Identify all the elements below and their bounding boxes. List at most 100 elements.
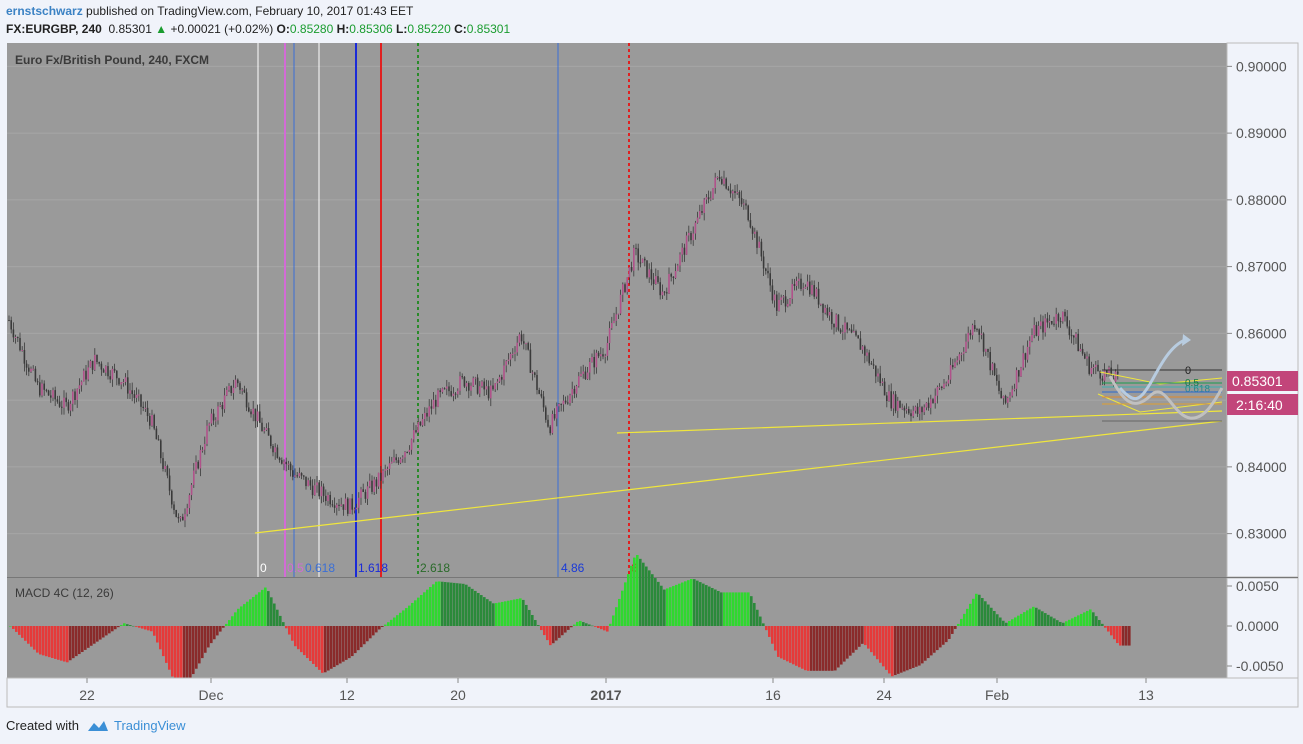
candle-body — [380, 472, 382, 481]
candle-body — [811, 285, 813, 295]
macd-bar — [570, 626, 573, 628]
macd-bar — [1089, 609, 1092, 626]
macd-bar — [627, 574, 630, 626]
candle-body — [1046, 318, 1049, 323]
macd-bar — [102, 626, 105, 638]
macd-bar — [399, 612, 402, 626]
macd-bar — [243, 604, 246, 626]
macd-bar — [630, 565, 633, 626]
candle-body — [501, 377, 503, 380]
macd-bar — [1023, 612, 1026, 626]
candle-body — [314, 485, 316, 496]
macd-bar — [1125, 626, 1128, 646]
macd-bar — [924, 626, 927, 661]
candle-body — [41, 383, 43, 396]
candle-body — [875, 365, 877, 377]
countdown-badge-text: 2:16:40 — [1236, 397, 1283, 413]
candle-body — [289, 463, 292, 471]
macd-bar — [306, 626, 309, 659]
candle-body — [835, 314, 837, 328]
macd-bar — [1047, 614, 1050, 626]
macd-bar — [135, 626, 138, 627]
candle-body — [494, 383, 496, 390]
candle-body — [393, 457, 395, 462]
macd-bar — [1050, 616, 1053, 626]
candle-body — [259, 411, 261, 423]
candle-body — [50, 395, 52, 398]
candle-body — [1068, 326, 1071, 336]
x-tick-label: Dec — [199, 687, 224, 703]
candle-body — [881, 381, 884, 384]
candle-body — [160, 440, 162, 459]
macd-bar — [351, 626, 354, 657]
macd-bar — [711, 588, 714, 626]
macd-bar — [978, 594, 981, 626]
macd-bar — [1002, 620, 1005, 626]
candle-body — [826, 307, 829, 316]
macd-bar — [291, 626, 294, 641]
candle-body — [857, 335, 859, 339]
candle-body — [239, 383, 241, 390]
candle-body — [78, 385, 81, 390]
candle-body — [773, 294, 776, 301]
macd-bar — [252, 596, 255, 626]
tradingview-link[interactable]: TradingView — [87, 718, 186, 733]
candle-body — [663, 291, 666, 293]
macd-bar — [852, 626, 855, 653]
candle-body — [461, 376, 463, 378]
macd-bar — [66, 626, 69, 663]
candle-body — [793, 284, 796, 286]
macd-bar — [531, 614, 534, 626]
macd-bar — [747, 592, 750, 626]
macd-bar — [1035, 607, 1038, 626]
chart-area[interactable]: 0.900000.890000.880000.870000.860000.850… — [0, 0, 1303, 744]
macd-title: MACD 4C (12, 26) — [15, 586, 114, 600]
candle-body — [980, 333, 983, 335]
candle-body — [190, 484, 193, 496]
macd-bar — [426, 589, 429, 626]
macd-bar — [240, 606, 243, 626]
candle-body — [105, 366, 107, 373]
candle-body — [705, 197, 708, 200]
macd-bar — [192, 626, 195, 675]
candle-body — [140, 394, 142, 407]
candle-body — [745, 203, 747, 206]
candle-body — [661, 291, 664, 296]
macd-bar — [624, 582, 627, 626]
macd-tick-label: -0.0050 — [1236, 658, 1284, 674]
macd-bar — [225, 623, 228, 626]
candle-body — [1015, 370, 1018, 389]
candle-body — [386, 468, 389, 470]
macd-bar — [738, 592, 741, 626]
macd-bar — [987, 604, 990, 626]
candle-body — [25, 363, 28, 368]
candle-body — [298, 473, 301, 477]
candle-body — [1057, 314, 1060, 322]
candle-body — [712, 188, 714, 199]
macd-bar — [429, 586, 432, 626]
macd-bar — [606, 626, 609, 632]
tradingview-logo-icon — [87, 720, 108, 731]
candle-body — [798, 278, 800, 281]
macd-bar — [528, 609, 531, 626]
macd-bar — [417, 597, 420, 626]
candle-body — [699, 211, 701, 218]
candle-body — [1103, 370, 1106, 381]
macd-bar — [537, 625, 540, 626]
candle-body — [938, 386, 941, 388]
candle-body — [254, 408, 257, 422]
candle-body — [551, 414, 554, 434]
macd-bar — [1083, 612, 1086, 626]
macd-bar — [414, 600, 417, 626]
candle-body — [549, 426, 551, 434]
price-axis[interactable] — [1226, 42, 1299, 578]
candle-body — [903, 407, 906, 411]
macd-bar — [21, 626, 24, 638]
macd-bar — [636, 555, 639, 626]
macd-bar — [1068, 619, 1071, 626]
candle-body — [243, 389, 246, 393]
macd-bar — [519, 598, 522, 626]
candle-body — [516, 342, 518, 353]
y-tick-label: 0.84000 — [1236, 459, 1287, 475]
candle-body — [754, 231, 756, 234]
